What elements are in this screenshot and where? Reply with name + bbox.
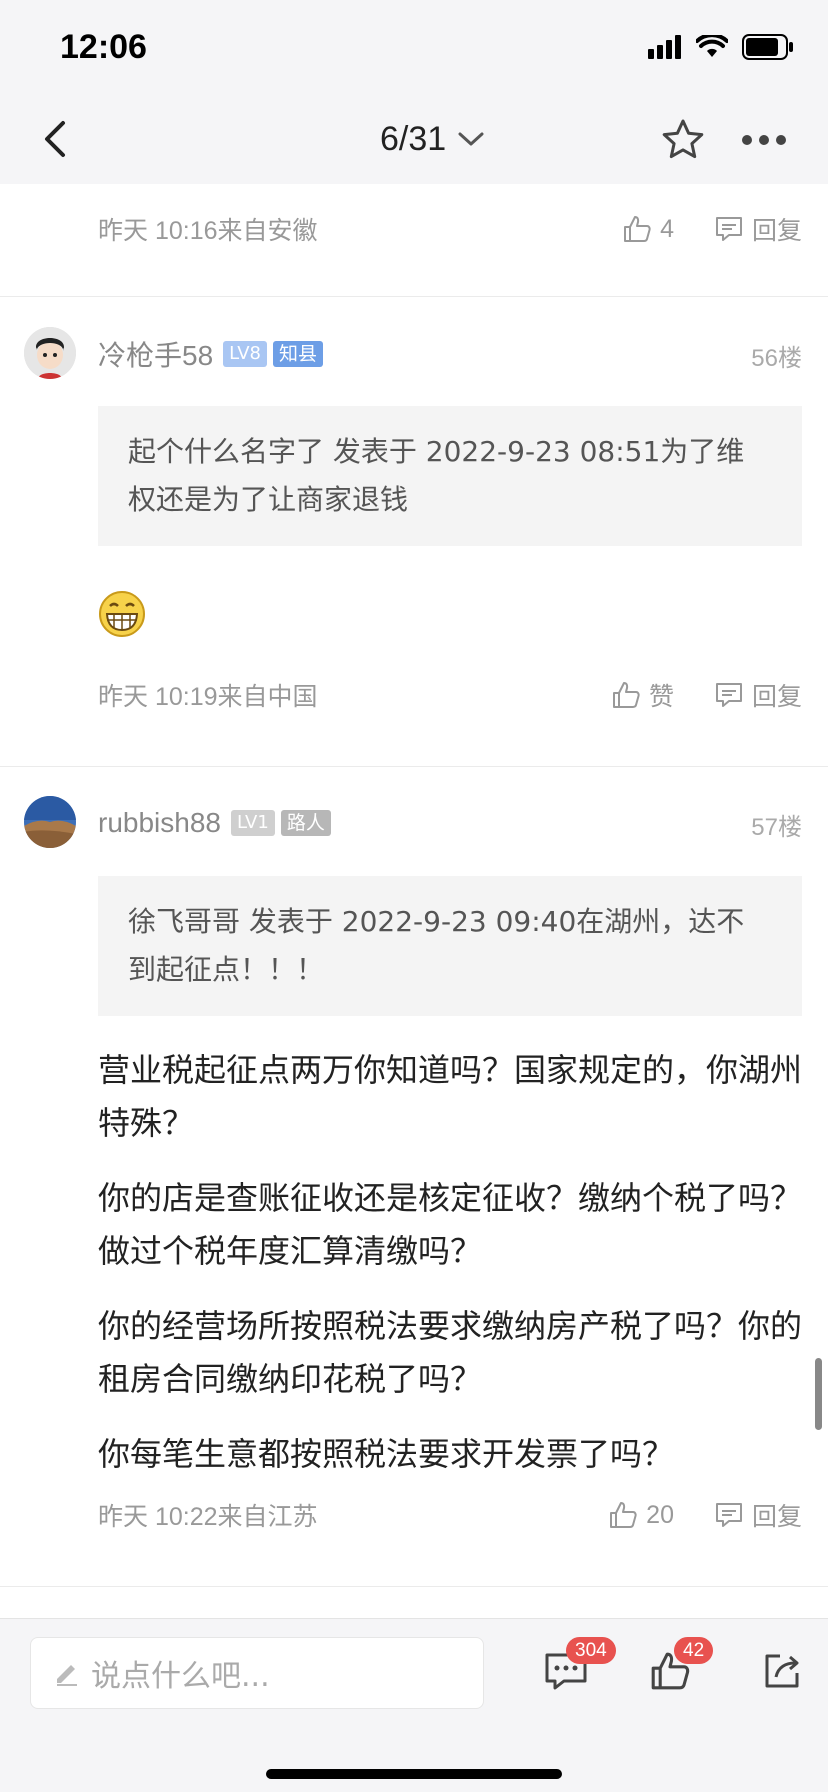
avatar[interactable] bbox=[24, 327, 76, 379]
comment-header: rubbish88 LV1 路人 bbox=[98, 803, 331, 843]
comment-time-location: 昨天 10:22来自江苏 bbox=[98, 1503, 318, 1531]
like-post-button[interactable]: 42 bbox=[640, 1637, 714, 1701]
star-icon bbox=[662, 119, 704, 159]
comment-divider bbox=[0, 766, 828, 767]
level-badge: LV8 bbox=[223, 341, 267, 367]
reply-icon bbox=[715, 683, 742, 707]
like-count: 20 bbox=[646, 1500, 674, 1529]
comment-header: 冷枪手58 LV8 知县 bbox=[98, 334, 323, 374]
thumbs-up-icon bbox=[610, 1502, 637, 1528]
home-indicator bbox=[266, 1769, 562, 1779]
more-dots-icon bbox=[742, 135, 786, 145]
comment-paragraph: 你每笔生意都按照税法要求开发票了吗？ bbox=[98, 1435, 675, 1473]
reply-label: 回复 bbox=[751, 683, 802, 711]
comment-meta: 昨天 10:22来自江苏 20 回复 bbox=[98, 1490, 802, 1540]
like-button[interactable]: 4 bbox=[622, 214, 674, 244]
floor-number: 57楼 bbox=[751, 814, 802, 841]
comment-input-placeholder: 说点什么吧... bbox=[91, 1659, 270, 1694]
comment-divider bbox=[0, 1586, 828, 1587]
user-title-badge: 路人 bbox=[280, 810, 331, 836]
share-button[interactable] bbox=[752, 1641, 812, 1701]
comment-count-badge: 304 bbox=[566, 1637, 616, 1664]
chevron-down-icon bbox=[458, 132, 484, 146]
avatar[interactable] bbox=[24, 796, 76, 848]
reply-button[interactable]: 回复 bbox=[714, 677, 802, 713]
comment-divider bbox=[0, 296, 828, 297]
scrollbar[interactable] bbox=[815, 1358, 822, 1430]
reply-button[interactable]: 回复 bbox=[714, 1497, 802, 1533]
quote-block[interactable]: 起个什么名字了 发表于 2022-9-23 08:51为了维权还是为了让商家退钱 bbox=[98, 406, 802, 546]
user-title-badge: 知县 bbox=[272, 341, 323, 367]
level-badge: LV1 bbox=[230, 810, 275, 836]
like-button[interactable]: 赞 bbox=[611, 677, 674, 713]
back-button[interactable] bbox=[30, 114, 80, 164]
username[interactable]: 冷枪手58 bbox=[98, 334, 213, 374]
username[interactable]: rubbish88 bbox=[98, 807, 221, 839]
like-button[interactable]: 20 bbox=[608, 1500, 674, 1530]
bottom-bar: 说点什么吧... 304 42 bbox=[0, 1618, 828, 1792]
reply-label: 回复 bbox=[751, 1503, 802, 1531]
floor-number: 56楼 bbox=[751, 345, 802, 372]
grin-emoji-icon bbox=[98, 590, 146, 638]
signal-icon bbox=[648, 35, 682, 63]
reply-icon bbox=[715, 217, 742, 241]
comments-button[interactable]: 304 bbox=[536, 1637, 616, 1701]
comment-meta: 昨天 10:19来自中国 赞 回复 bbox=[98, 670, 802, 720]
comment-input[interactable]: 说点什么吧... bbox=[30, 1637, 484, 1709]
more-button[interactable] bbox=[738, 118, 790, 162]
status-bar: 12:06 bbox=[0, 0, 828, 96]
nav-bar: 6/31 bbox=[0, 96, 828, 184]
status-icons bbox=[648, 33, 794, 64]
quote-block[interactable]: 徐飞哥哥 发表于 2022-9-23 09:40在湖州，达不到起征点！！！ bbox=[98, 876, 802, 1016]
status-time: 12:06 bbox=[60, 28, 147, 66]
comment-paragraph: 营业税起征点两万你知道吗？国家规定的，你湖州特殊？ bbox=[98, 1051, 803, 1142]
reply-icon bbox=[715, 1503, 742, 1527]
wifi-icon bbox=[695, 33, 729, 63]
like-count-badge: 42 bbox=[674, 1637, 714, 1664]
reply-button[interactable]: 回复 bbox=[714, 211, 802, 247]
avatar-cartoon-icon bbox=[24, 327, 76, 379]
page-selector[interactable]: 6/31 bbox=[380, 116, 484, 162]
page-indicator-label: 6/31 bbox=[380, 119, 447, 158]
like-count: 赞 bbox=[648, 683, 674, 711]
like-count: 4 bbox=[660, 214, 674, 243]
comment-time-location: 昨天 10:19来自中国 bbox=[98, 683, 318, 711]
battery-icon bbox=[742, 34, 794, 64]
comment-time-location: 昨天 10:16来自安徽 bbox=[98, 217, 318, 245]
thumbs-up-icon bbox=[612, 682, 640, 708]
comment-meta: 昨天 10:16来自安徽 4 回复 bbox=[98, 204, 802, 254]
avatar-landscape-icon bbox=[24, 796, 76, 848]
reply-label: 回复 bbox=[751, 217, 802, 245]
chevron-left-icon bbox=[45, 121, 65, 157]
share-icon bbox=[765, 1654, 799, 1688]
pencil-icon bbox=[57, 1665, 77, 1686]
comment-paragraph: 你的店是查账征收还是核定征收？缴纳个税了吗？做过个税年度汇算清缴吗？ bbox=[98, 1179, 803, 1270]
thread-content: 昨天 10:16来自安徽 4 回复 冷枪手58 LV8 知县 56楼 起个什么名… bbox=[0, 184, 828, 1618]
thumbs-up-icon bbox=[624, 216, 651, 242]
favorite-button[interactable] bbox=[658, 114, 708, 164]
comment-paragraph: 你的经营场所按照税法要求缴纳房产税了吗？你的租房合同缴纳印花税了吗？ bbox=[98, 1307, 803, 1398]
